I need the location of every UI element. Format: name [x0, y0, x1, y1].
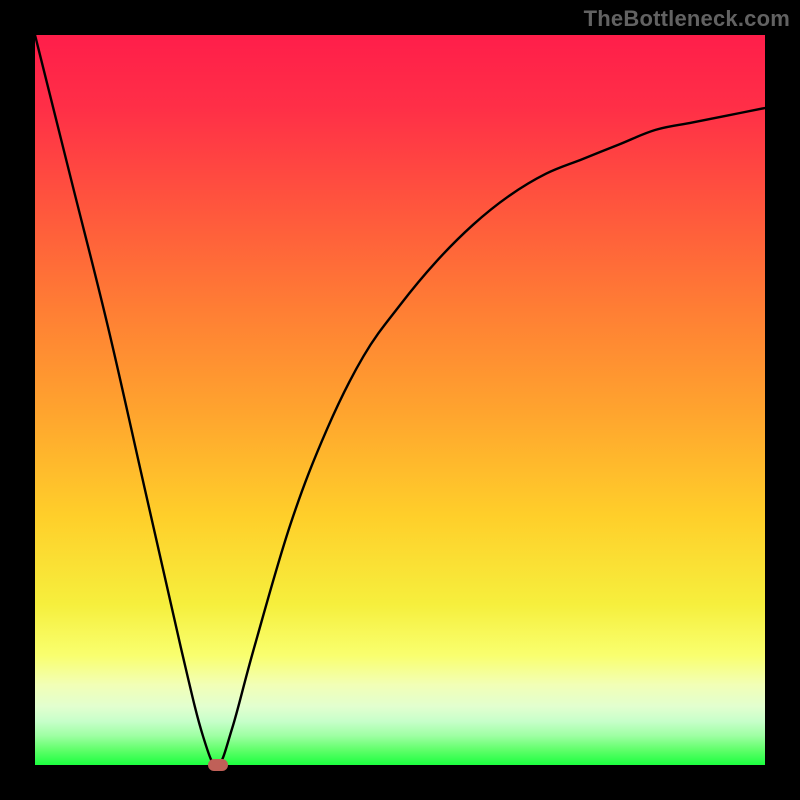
curve-svg — [35, 35, 765, 765]
plot-area — [35, 35, 765, 765]
attribution-label: TheBottleneck.com — [584, 6, 790, 32]
bottleneck-curve — [35, 35, 765, 765]
minimum-marker — [208, 759, 228, 771]
chart-frame: TheBottleneck.com — [0, 0, 800, 800]
